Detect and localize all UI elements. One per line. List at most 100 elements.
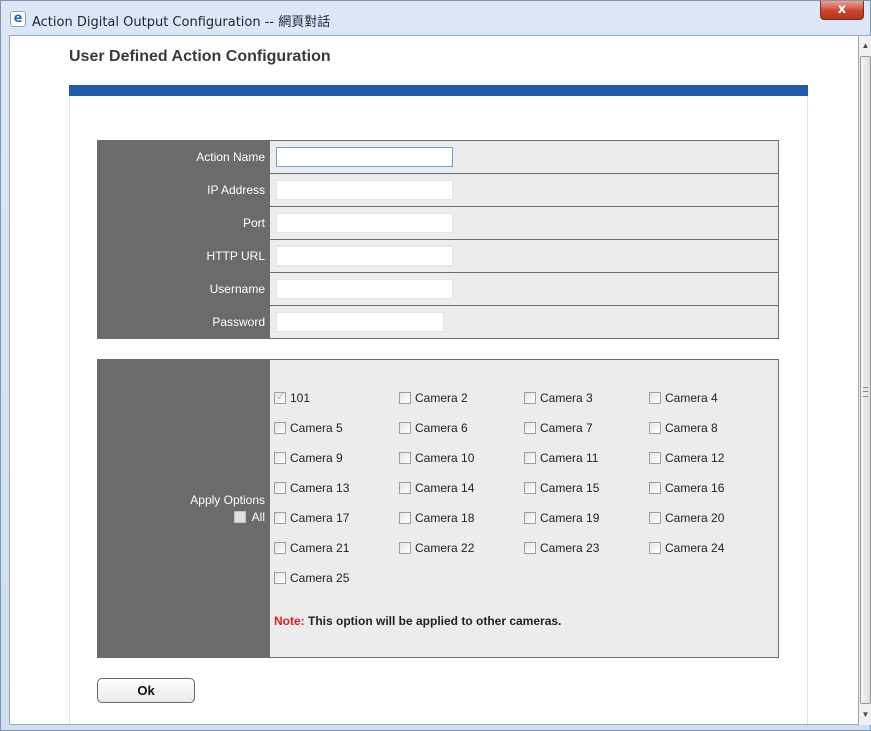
camera-checkbox[interactable]	[649, 512, 661, 524]
camera-option[interactable]: Camera 15	[524, 481, 599, 495]
vertical-scrollbar[interactable]: ▲ ▼	[859, 35, 871, 725]
scroll-up-arrow-icon[interactable]: ▲	[859, 38, 871, 54]
camera-option[interactable]: Camera 19	[524, 511, 599, 525]
camera-checkbox[interactable]	[274, 512, 286, 524]
camera-label: Camera 17	[290, 511, 350, 525]
camera-label: Camera 4	[665, 391, 718, 405]
camera-option[interactable]: Camera 2	[399, 391, 468, 405]
camera-label: Camera 24	[665, 541, 725, 555]
camera-checkbox[interactable]	[399, 512, 411, 524]
all-label: All	[251, 510, 265, 524]
camera-checkbox[interactable]	[399, 542, 411, 554]
camera-option[interactable]: Camera 21	[274, 541, 349, 555]
camera-option[interactable]: Camera 4	[649, 391, 718, 405]
camera-option[interactable]: Camera 20	[649, 511, 724, 525]
ip-address-input[interactable]	[276, 180, 453, 200]
camera-checkbox[interactable]	[524, 512, 536, 524]
all-option[interactable]: All	[233, 510, 265, 524]
note-label: Note:	[274, 614, 305, 628]
camera-checkbox[interactable]	[649, 542, 661, 554]
camera-option[interactable]: Camera 8	[649, 421, 718, 435]
camera-checkbox[interactable]	[274, 422, 286, 434]
grip-icon	[863, 387, 868, 397]
apply-options-label-cell: Apply Options All	[98, 360, 269, 657]
camera-checkbox[interactable]	[524, 542, 536, 554]
camera-label: Camera 11	[540, 451, 599, 465]
camera-checkbox[interactable]	[649, 422, 661, 434]
camera-label: Camera 19	[540, 511, 600, 525]
camera-label: Camera 16	[665, 481, 725, 495]
camera-checkbox[interactable]	[399, 422, 411, 434]
camera-option[interactable]: Camera 9	[274, 451, 343, 465]
camera-checkbox	[274, 390, 286, 404]
camera-option[interactable]: Camera 13	[274, 481, 349, 495]
camera-label: Camera 20	[665, 511, 725, 525]
camera-option[interactable]: Camera 18	[399, 511, 474, 525]
camera-option[interactable]: Camera 24	[649, 541, 724, 555]
camera-option[interactable]: Camera 7	[524, 421, 593, 435]
camera-label: Camera 13	[290, 481, 350, 495]
camera-checkbox[interactable]	[399, 452, 411, 464]
camera-option[interactable]: Camera 12	[649, 451, 724, 465]
camera-checkbox[interactable]	[649, 482, 661, 494]
action-name-label: Action Name	[98, 141, 269, 173]
close-button[interactable]: x	[820, 1, 864, 20]
password-label: Password	[98, 306, 269, 338]
camera-option[interactable]: Camera 5	[274, 421, 343, 435]
camera-label: Camera 15	[540, 481, 600, 495]
camera-checkbox[interactable]	[649, 392, 661, 404]
camera-option[interactable]: Camera 17	[274, 511, 349, 525]
http-url-input[interactable]	[276, 246, 453, 266]
note-message: This option will be applied to other cam…	[304, 614, 562, 628]
port-input[interactable]	[276, 213, 453, 233]
camera-label: Camera 7	[540, 421, 593, 435]
camera-checkbox[interactable]	[524, 392, 536, 404]
scroll-thumb[interactable]	[860, 56, 871, 704]
camera-checkbox[interactable]	[274, 482, 286, 494]
apply-options-section: Apply Options All Note: This option will…	[97, 359, 779, 658]
camera-option[interactable]: Camera 16	[649, 481, 724, 495]
camera-label: Camera 21	[290, 541, 350, 555]
password-input[interactable]	[276, 312, 444, 332]
ok-button[interactable]: Ok	[97, 678, 195, 703]
title-bar[interactable]: e Action Digital Output Configuration --…	[1, 1, 870, 35]
camera-checkbox[interactable]	[274, 542, 286, 554]
camera-checkbox[interactable]	[274, 572, 286, 584]
form-row-password: Password	[97, 306, 779, 339]
camera-checkbox[interactable]	[524, 422, 536, 434]
camera-option[interactable]: Camera 22	[399, 541, 474, 555]
camera-options: Note: This option will be applied to oth…	[269, 360, 778, 657]
camera-option[interactable]: Camera 11	[524, 451, 598, 465]
all-checkbox[interactable]	[233, 511, 246, 523]
header-band	[69, 85, 808, 96]
camera-label: Camera 8	[665, 421, 718, 435]
camera-option[interactable]: 101	[274, 390, 311, 405]
camera-label: 101	[290, 391, 311, 405]
camera-label: Camera 10	[415, 451, 475, 465]
camera-checkbox[interactable]	[274, 452, 286, 464]
dialog-window: e Action Digital Output Configuration --…	[0, 0, 871, 731]
camera-label: Camera 12	[665, 451, 725, 465]
camera-checkbox[interactable]	[399, 482, 411, 494]
camera-checkbox[interactable]	[399, 392, 411, 404]
camera-option[interactable]: Camera 23	[524, 541, 599, 555]
camera-option[interactable]: Camera 25	[274, 571, 349, 585]
apply-options-label: Apply Options	[190, 493, 265, 507]
scroll-down-arrow-icon[interactable]: ▼	[859, 707, 871, 723]
action-name-input[interactable]	[276, 147, 453, 167]
camera-option[interactable]: Camera 6	[399, 421, 468, 435]
camera-label: Camera 6	[415, 421, 468, 435]
ip-address-label: IP Address	[98, 174, 269, 206]
camera-option[interactable]: Camera 3	[524, 391, 593, 405]
camera-label: Camera 14	[415, 481, 475, 495]
camera-label: Camera 3	[540, 391, 593, 405]
form-row-action-name: Action Name	[97, 140, 779, 174]
camera-checkbox[interactable]	[524, 452, 536, 464]
camera-checkbox[interactable]	[524, 482, 536, 494]
camera-label: Camera 18	[415, 511, 475, 525]
camera-option[interactable]: Camera 10	[399, 451, 474, 465]
username-label: Username	[98, 273, 269, 305]
camera-option[interactable]: Camera 14	[399, 481, 474, 495]
username-input[interactable]	[276, 279, 453, 299]
camera-checkbox[interactable]	[649, 452, 661, 464]
